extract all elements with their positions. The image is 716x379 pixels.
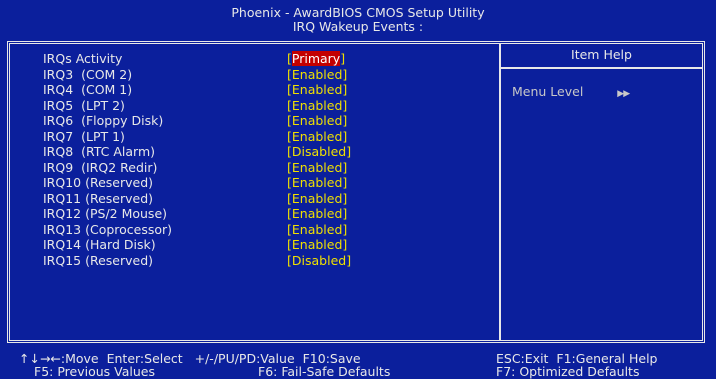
menu-level-label: Menu Level (512, 84, 584, 99)
setting-value[interactable]: [Enabled] (287, 97, 347, 113)
setting-label: IRQ9 (IRQ2 Redir) (43, 159, 158, 175)
setting-value-text: Disabled (291, 144, 347, 159)
title-line-1: Phoenix - AwardBIOS CMOS Setup Utility (231, 5, 485, 20)
setting-label: IRQ11 (Reserved) (43, 190, 154, 206)
setting-value-text: Enabled (291, 82, 343, 97)
key-help-footer: ↑↓→←:Move Enter:Select +/-/PU/PD:Value F… (0, 352, 716, 378)
setting-label: IRQ3 (COM 2) (43, 66, 133, 82)
setting-value-text: Enabled (291, 175, 343, 190)
setting-value[interactable]: [Enabled] (287, 159, 347, 175)
setting-value[interactable]: [Enabled] (287, 66, 347, 82)
setting-value[interactable]: [Disabled] (287, 145, 351, 159)
footer-line-2: F5: Previous Values (34, 365, 155, 378)
setting-value-text: Enabled (291, 66, 343, 82)
setting-value[interactable]: [Enabled] (287, 83, 347, 97)
setting-value-text: Enabled (291, 97, 343, 113)
setting-value[interactable]: [Enabled] (287, 190, 347, 206)
menu-level: Menu Level ▶▶ (512, 84, 630, 99)
setting-value-text: Enabled (291, 159, 343, 175)
setting-label: IRQ10 (Reserved) (43, 175, 154, 190)
setting-label: IRQ8 (RTC Alarm) (43, 144, 156, 159)
setting-value-text: Enabled (291, 237, 343, 252)
setting-label: IRQ7 (LPT 1) (43, 128, 125, 144)
setting-value[interactable]: [Enabled] (287, 176, 347, 190)
setting-value[interactable]: [Enabled] (287, 238, 347, 252)
footer-line-2-mid: F6: Fail-Safe Defaults (258, 365, 390, 378)
setting-label: IRQ6 (Floppy Disk) (43, 113, 164, 128)
setting-value-text: Enabled (291, 206, 343, 221)
menu-level-arrow-icon: ▶▶ (617, 89, 630, 99)
key-failsafe-defaults: F6: Fail-Safe Defaults (258, 364, 391, 379)
title-line-2: IRQ Wakeup Events : (292, 19, 424, 34)
help-divider (499, 44, 501, 340)
setting-label: IRQs Activity (43, 51, 123, 66)
setting-value-text: Enabled (291, 221, 343, 237)
setting-value-text: Primary (291, 51, 341, 66)
setting-value-text: Disabled (291, 252, 347, 268)
bios-title: Phoenix - AwardBIOS CMOS Setup Utility I… (0, 6, 716, 34)
setting-label: IRQ12 (PS/2 Mouse) (43, 206, 168, 221)
setting-value[interactable]: [Enabled] (287, 128, 347, 144)
setting-value[interactable]: [Enabled] (287, 114, 347, 128)
key-optimized-defaults: F7: Optimized Defaults (496, 364, 640, 379)
setting-value[interactable]: [Enabled] (287, 221, 347, 237)
key-previous-values: F5: Previous Values (34, 364, 155, 379)
setting-value[interactable]: [Primary] (287, 51, 345, 66)
item-help-header: Item Help (501, 44, 702, 69)
setting-value[interactable]: [Disabled] (287, 252, 351, 268)
setting-label: IRQ13 (Coprocessor) (43, 221, 173, 237)
footer-line-2-right: F7: Optimized Defaults (496, 365, 639, 378)
setting-value[interactable]: [Enabled] (287, 207, 347, 221)
setting-label: IRQ15 (Reserved) (43, 252, 154, 268)
setting-label: IRQ4 (COM 1) (43, 82, 133, 97)
setting-value-text: Enabled (291, 128, 343, 144)
setting-label: IRQ14 (Hard Disk) (43, 237, 156, 252)
setting-value-text: Enabled (291, 113, 343, 128)
setting-label: IRQ5 (LPT 2) (43, 97, 125, 113)
setting-value-text: Enabled (291, 190, 343, 206)
